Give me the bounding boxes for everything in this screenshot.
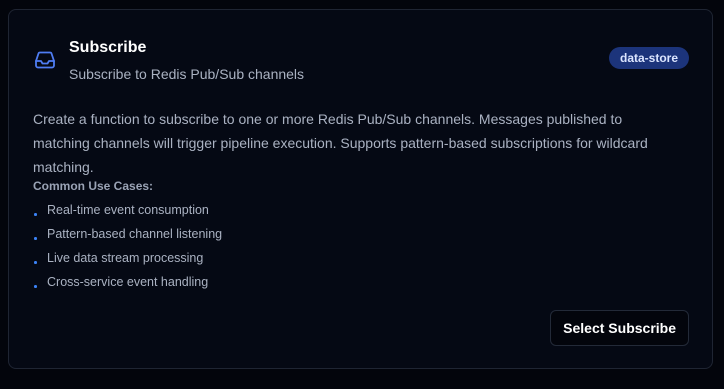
use-cases-list: Real-time event consumption Pattern-base… [33,200,222,296]
card-description: Create a function to subscribe to one or… [33,111,648,175]
use-case-text: Pattern-based channel listening [47,227,223,241]
card-subtitle: Subscribe to Redis Pub/Sub channels [69,66,305,82]
inbox-icon [35,51,55,69]
bullet-icon [34,285,37,288]
use-case-item: Pattern-based channel listening [33,224,222,248]
use-case-item: Real-time event consumption [33,200,222,224]
use-case-text: Live data stream processing [47,251,204,265]
card-title: Subscribe [69,39,147,56]
bullet-icon [34,237,37,240]
select-subscribe-button[interactable]: Select Subscribe [550,310,689,346]
use-case-item: Cross-service event handling [33,272,222,296]
bullet-icon [34,213,37,216]
subscribe-card: Subscribe Subscribe to Redis Pub/Sub cha… [8,9,713,369]
category-badge: data-store [608,47,689,69]
bullet-icon [34,261,37,264]
use-case-item: Live data stream processing [33,248,222,272]
use-case-text: Cross-service event handling [47,275,209,289]
use-case-text: Real-time event consumption [47,203,209,217]
use-cases-heading: Common Use Cases: [33,179,154,193]
